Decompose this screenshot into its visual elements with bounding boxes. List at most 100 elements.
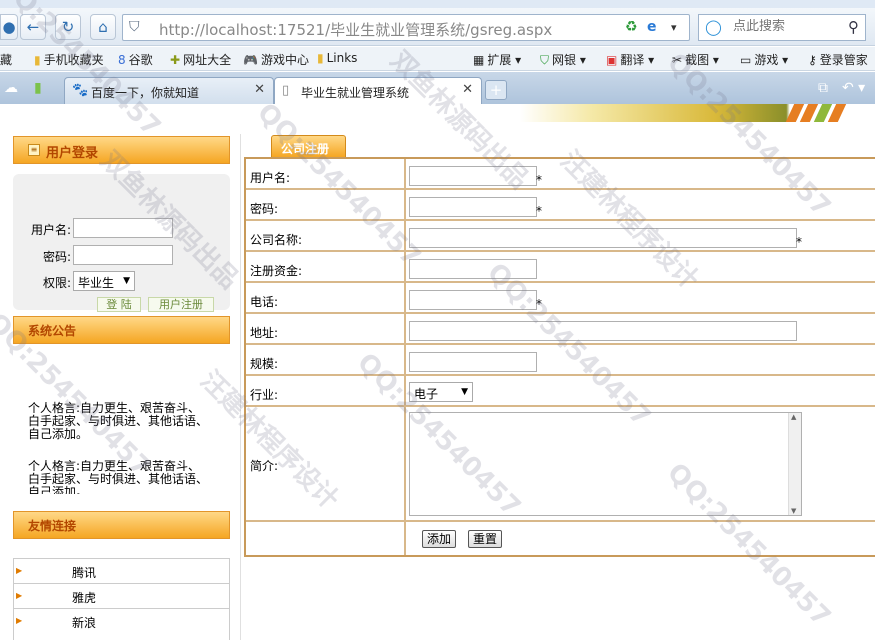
bookmark-collect[interactable]: 藏 xyxy=(0,51,12,68)
notice-panel-header: 系统公告 xyxy=(13,316,230,344)
address-field-label: 地址: xyxy=(250,326,279,340)
intro-field-label: 简介: xyxy=(250,459,279,473)
translate-icon: ▣ xyxy=(606,53,618,67)
company-name-input[interactable] xyxy=(409,228,797,248)
new-tab-button[interactable]: + xyxy=(485,80,507,100)
back-button[interactable]: ← xyxy=(20,14,46,40)
toolbar-games[interactable]: ▭ 游戏 ▾ xyxy=(740,51,788,68)
tab-baidu[interactable]: 🐾 百度一下，你就知道 ✕ xyxy=(64,77,274,104)
row-phone: 电话: * xyxy=(246,283,875,314)
bookmark-mobile[interactable]: ▮ 手机收藏夹 xyxy=(34,51,104,68)
toolbar-translate[interactable]: ▣ 翻译 ▾ xyxy=(606,51,654,68)
toolbar-label: 扩展 xyxy=(487,53,512,67)
row-password: 密码: * xyxy=(246,190,875,221)
bookmark-games-center[interactable]: 🎮 游戏中心 xyxy=(243,51,309,68)
chevron-down-icon: ▼ xyxy=(123,276,130,286)
extension-icon: ▦ xyxy=(473,53,485,67)
cloud-icon[interactable]: ☁ xyxy=(4,80,18,96)
login-panel-title: 用户登录 xyxy=(46,146,99,161)
toolbar-label: 游戏 xyxy=(754,53,779,67)
toolbar-extensions[interactable]: ▦ 扩展 ▾ xyxy=(473,51,521,68)
company-field-label: 公司名称: xyxy=(250,233,303,247)
industry-field-label: 行业: xyxy=(250,388,279,402)
google-icon: 8 xyxy=(118,53,126,67)
restore-window-icon[interactable]: ⧉ xyxy=(818,80,828,96)
link-item-yahoo[interactable]: ▶ 雅虎 xyxy=(13,583,230,608)
recycle-icon[interactable]: ♻ xyxy=(625,19,638,35)
toolbar-label: 登录管家 xyxy=(819,53,868,67)
column-divider xyxy=(240,134,241,640)
reset-button[interactable]: 重置 xyxy=(468,530,502,548)
close-icon[interactable]: ✕ xyxy=(254,82,265,97)
chevron-down-icon[interactable]: ▾ xyxy=(671,21,677,34)
toolbar-bank[interactable]: ⛉ 网银 ▾ xyxy=(540,51,586,68)
row-capital: 注册资金: xyxy=(246,252,875,283)
link-label: 腾讯 xyxy=(72,566,97,580)
navigation-bar: ● ← ↻ ⌂ ⛉ http://localhost:17521/毕业生就业管理… xyxy=(0,8,875,46)
links-panel-header: 友情连接 xyxy=(13,511,230,539)
scale-input[interactable] xyxy=(409,352,537,372)
plus-circle-icon: ✚ xyxy=(170,53,181,67)
username-field-label: 用户名: xyxy=(250,171,291,185)
ie-mode-icon[interactable]: e xyxy=(647,19,657,35)
tab-graduate-system[interactable]: ▯ 毕业生就业管理系统 ✕ xyxy=(274,77,482,104)
home-button[interactable]: ⌂ xyxy=(90,14,116,40)
login-password-input[interactable] xyxy=(73,245,173,265)
username-input[interactable] xyxy=(409,166,537,186)
link-item-sina[interactable]: ▶ 新浪 xyxy=(13,608,230,633)
undo-icon[interactable]: ↶ ▾ xyxy=(842,80,865,96)
required-mark: * xyxy=(536,204,542,218)
required-mark: * xyxy=(536,173,542,187)
notice-text: 个人格言:自力更生、艰苦奋斗、白手起家、与时俱进、其他话语、自己添加。 xyxy=(28,401,209,441)
register-button[interactable]: 用户注册 xyxy=(148,297,214,312)
search-box: ◯ ⚲ xyxy=(698,14,866,41)
link-item-tencent[interactable]: ▶ 腾讯 xyxy=(13,558,230,583)
notice-text: 个人格言:自力更生、艰苦奋斗、白手起家、与时俱进、其他话语、自己添加。 xyxy=(28,460,208,494)
paw-icon: 🐾 xyxy=(72,83,89,98)
notice-item: 个人格言:自力更生、艰苦奋斗、白手起家、与时俱进、其他话语、自己添加。 xyxy=(28,402,208,441)
bookmark-google[interactable]: 8 谷歌 xyxy=(118,51,153,68)
required-mark: * xyxy=(796,235,802,249)
scroll-down-icon[interactable]: ▼ xyxy=(791,507,796,515)
header-banner xyxy=(520,104,875,122)
add-button[interactable]: 添加 xyxy=(422,530,456,548)
login-username-input[interactable] xyxy=(73,218,173,238)
refresh-button[interactable]: ↻ xyxy=(55,14,81,40)
address-bar[interactable]: ⛉ http://localhost:17521/毕业生就业管理系统/gsreg… xyxy=(122,14,690,41)
capital-input[interactable] xyxy=(409,259,537,279)
toolbar-label: 截图 xyxy=(685,53,710,67)
bookmark-label: 谷歌 xyxy=(128,53,153,67)
tab-company-register[interactable]: 公司注册 xyxy=(271,135,346,157)
scroll-up-icon[interactable]: ▲ xyxy=(791,413,796,421)
bookmark-links[interactable]: ▮ Links xyxy=(317,51,357,65)
close-icon[interactable]: ✕ xyxy=(462,82,473,97)
arrow-left-icon: ← xyxy=(26,18,40,36)
links-panel-title: 友情连接 xyxy=(28,519,77,533)
password-field-label: 密码: xyxy=(250,202,279,216)
search-input[interactable] xyxy=(733,19,833,34)
bookmarks-bar: 藏 ▮ 手机收藏夹 8 谷歌 ✚ 网址大全 🎮 游戏中心 ▮ Links ▦ 扩展 ▾ ⛉ 网… xyxy=(0,47,875,71)
login-button[interactable]: 登 陆 xyxy=(97,297,141,312)
row-address: 地址: xyxy=(246,314,875,345)
industry-select[interactable]: 电子 ▼ xyxy=(409,382,473,402)
plus-icon: + xyxy=(489,81,503,99)
home-icon: ⌂ xyxy=(98,18,108,36)
bookmark-sites[interactable]: ✚ 网址大全 xyxy=(170,51,231,68)
phone-icon[interactable]: ▮ xyxy=(34,80,42,96)
role-select[interactable]: 毕业生 ▼ xyxy=(73,271,135,291)
scissors-icon: ✂ xyxy=(672,53,683,67)
search-engine-icon[interactable]: ◯ xyxy=(705,18,722,36)
row-company-name: 公司名称: * xyxy=(246,221,875,252)
phone-input[interactable] xyxy=(409,290,537,310)
login-form: 用户名: 密码: 权限: 毕业生 ▼ xyxy=(13,174,230,310)
bookmark-label: 游戏中心 xyxy=(260,53,309,67)
intro-textarea[interactable]: ▲ ▼ xyxy=(409,412,802,516)
textarea-scrollbar[interactable]: ▲ ▼ xyxy=(788,413,801,515)
toolbar-login-manager[interactable]: ⚷ 登录管家 xyxy=(808,51,868,68)
toolbar-screenshot[interactable]: ✂ 截图 ▾ xyxy=(672,51,719,68)
bullet-icon: ▶ xyxy=(16,566,23,575)
search-icon[interactable]: ⚲ xyxy=(848,18,859,36)
password-input[interactable] xyxy=(409,197,537,217)
role-label: 权限: xyxy=(43,276,72,290)
address-input[interactable] xyxy=(409,321,797,341)
